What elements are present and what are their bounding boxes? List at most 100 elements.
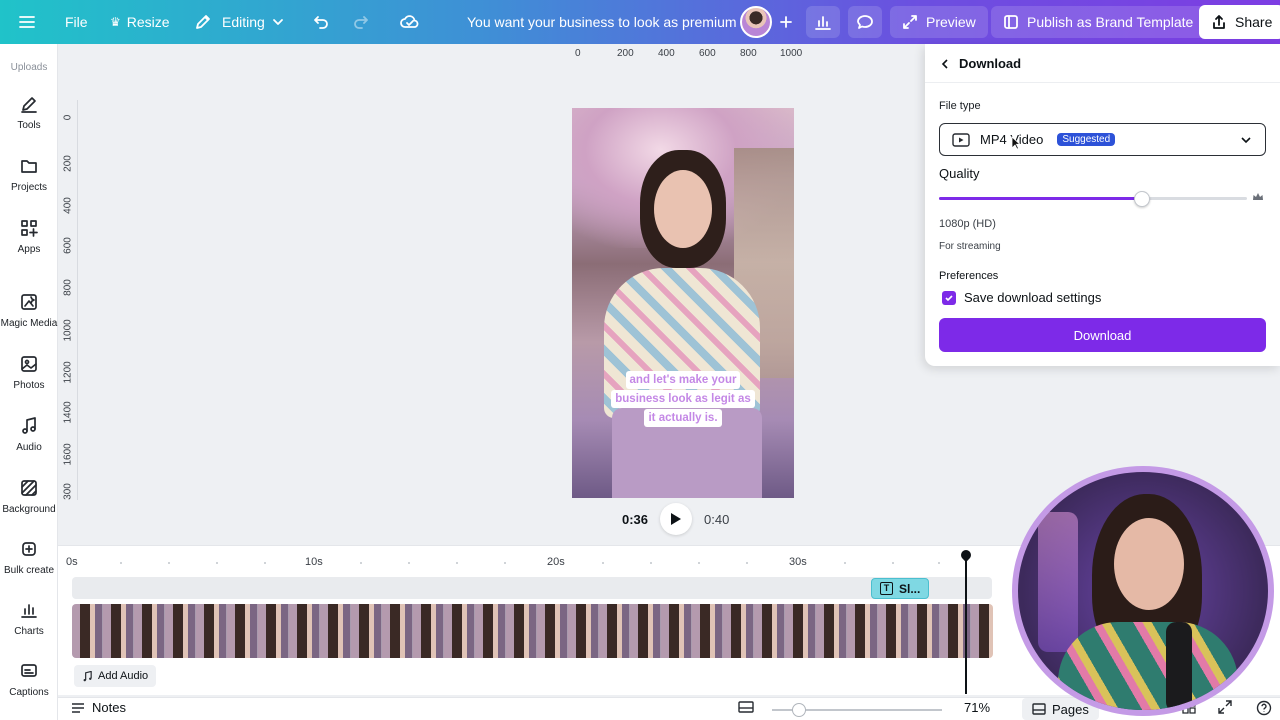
sidebar-item-projects[interactable]: Projects (0, 156, 58, 193)
document-title[interactable]: You want your business to look as premiu… (467, 0, 737, 44)
timeline-dot (746, 562, 748, 564)
quality-subtext: For streaming (939, 241, 1001, 252)
file-type-dropdown[interactable]: MP4 Video Suggested (939, 123, 1266, 156)
help-button[interactable] (1256, 700, 1272, 716)
resize-button[interactable]: ♛ Resize (110, 0, 170, 44)
cloud-save-status[interactable] (400, 0, 420, 44)
collaborator-avatar[interactable] (740, 0, 772, 44)
notes-icon (72, 702, 84, 713)
video-canvas[interactable]: and let's make your business look as leg… (572, 108, 794, 498)
quality-slider-handle[interactable] (1134, 191, 1151, 207)
download-panel-title: Download (959, 56, 1022, 71)
download-button-label: Download (1073, 327, 1132, 343)
sidebar-item-audio[interactable]: Audio (0, 416, 58, 453)
ruler-tick: 200 (617, 48, 634, 59)
sidebar-item-apps[interactable]: Apps (0, 218, 58, 255)
insights-button[interactable] (806, 0, 840, 44)
background-pattern-icon (21, 480, 37, 496)
cloud-check-icon (400, 15, 419, 28)
undo-button[interactable] (312, 0, 330, 44)
frame-separator (877, 604, 878, 658)
preferences-label: Preferences (939, 270, 999, 282)
playhead[interactable] (965, 554, 967, 694)
webcam-overlay (1012, 466, 1274, 716)
menu-button[interactable] (18, 0, 36, 44)
frame-separator (536, 604, 537, 658)
frame-separator (505, 604, 506, 658)
play-button[interactable] (660, 503, 693, 535)
avatar (740, 6, 772, 38)
frame-separator (319, 604, 320, 658)
save-settings-row[interactable]: Save download settings (942, 290, 1101, 305)
zoom-level[interactable]: 71% (964, 700, 990, 715)
frame-separator (908, 604, 909, 658)
save-settings-checkbox[interactable] (942, 290, 956, 305)
sidebar-item-tools[interactable]: Tools (0, 94, 58, 131)
horizontal-ruler: 0 200 400 600 800 1000 (572, 44, 932, 66)
total-time: 0:40 (704, 511, 730, 527)
quality-slider-track[interactable] (939, 197, 1247, 200)
webcam-person-body (1058, 622, 1238, 710)
editing-mode-dropdown[interactable]: Editing (194, 0, 285, 44)
frame-separator (722, 604, 723, 658)
frame-separator (102, 604, 103, 658)
quality-resolution: 1080p (HD) (939, 218, 996, 230)
sidebar-item-bulk-create[interactable]: Bulk create (0, 539, 58, 576)
timeline-dot (504, 562, 506, 564)
add-collaborator-button[interactable] (772, 8, 800, 36)
music-note-icon (83, 670, 92, 681)
text-track[interactable] (72, 577, 992, 599)
zoom-slider-handle[interactable] (792, 703, 806, 717)
timeline-toggle-button[interactable] (738, 700, 754, 714)
suggested-badge: Suggested (1057, 133, 1116, 146)
download-back-button[interactable]: Download (939, 56, 1021, 71)
file-menu-button[interactable]: File (65, 0, 88, 44)
ruler-tick: 600 (62, 237, 74, 254)
frame-separator (567, 604, 568, 658)
video-file-icon (952, 132, 970, 147)
ruler-tick: 0 (575, 48, 581, 59)
checkmark-icon (945, 294, 953, 301)
add-audio-button[interactable]: Add Audio (74, 665, 157, 687)
redo-icon (354, 16, 368, 29)
share-button[interactable]: Share (1199, 0, 1280, 44)
frame-separator (629, 604, 630, 658)
editing-label: Editing (222, 14, 265, 30)
sidebar-item-label: Charts (14, 626, 44, 637)
download-button[interactable]: Download (939, 318, 1266, 352)
redo-button[interactable] (352, 0, 370, 44)
apps-grid-icon (21, 220, 38, 237)
mouse-cursor-icon (1011, 136, 1021, 150)
plus-icon (780, 16, 792, 28)
video-track[interactable] (72, 604, 993, 658)
sidebar-item-uploads[interactable]: Uploads (0, 62, 58, 73)
play-icon (671, 513, 682, 525)
text-clip[interactable]: T Sl... (871, 578, 930, 599)
comment-icon (857, 15, 873, 29)
frame-separator (474, 604, 475, 658)
timeline-dot (456, 562, 458, 564)
frame-separator (598, 604, 599, 658)
sidebar-item-charts[interactable]: Charts (0, 600, 58, 637)
ruler-tick: 800 (740, 48, 757, 59)
preview-button[interactable]: Preview (890, 0, 988, 44)
caption-text-element[interactable]: and let's make your business look as leg… (608, 370, 758, 427)
share-upload-icon (1213, 15, 1225, 29)
photo-icon (21, 356, 37, 372)
save-settings-label: Save download settings (964, 290, 1102, 305)
notes-button[interactable]: Notes (70, 700, 126, 715)
ruler-tick: 400 (62, 197, 74, 214)
help-icon (1256, 700, 1272, 716)
sidebar-item-photos[interactable]: Photos (0, 354, 58, 391)
timeline-dot (698, 562, 700, 564)
text-t-icon: T (880, 582, 893, 595)
comments-button[interactable] (848, 0, 882, 44)
template-icon (1004, 15, 1018, 29)
sidebar-item-magic-media[interactable]: Magic Media (0, 292, 58, 329)
frame-separator (164, 604, 165, 658)
sidebar-item-captions[interactable]: Captions (0, 661, 58, 698)
sidebar-item-background[interactable]: Background (0, 478, 58, 515)
sidebar-item-label: Captions (9, 687, 49, 698)
frame-separator (257, 604, 258, 658)
publish-brand-template-button[interactable]: Publish as Brand Template (991, 0, 1206, 44)
